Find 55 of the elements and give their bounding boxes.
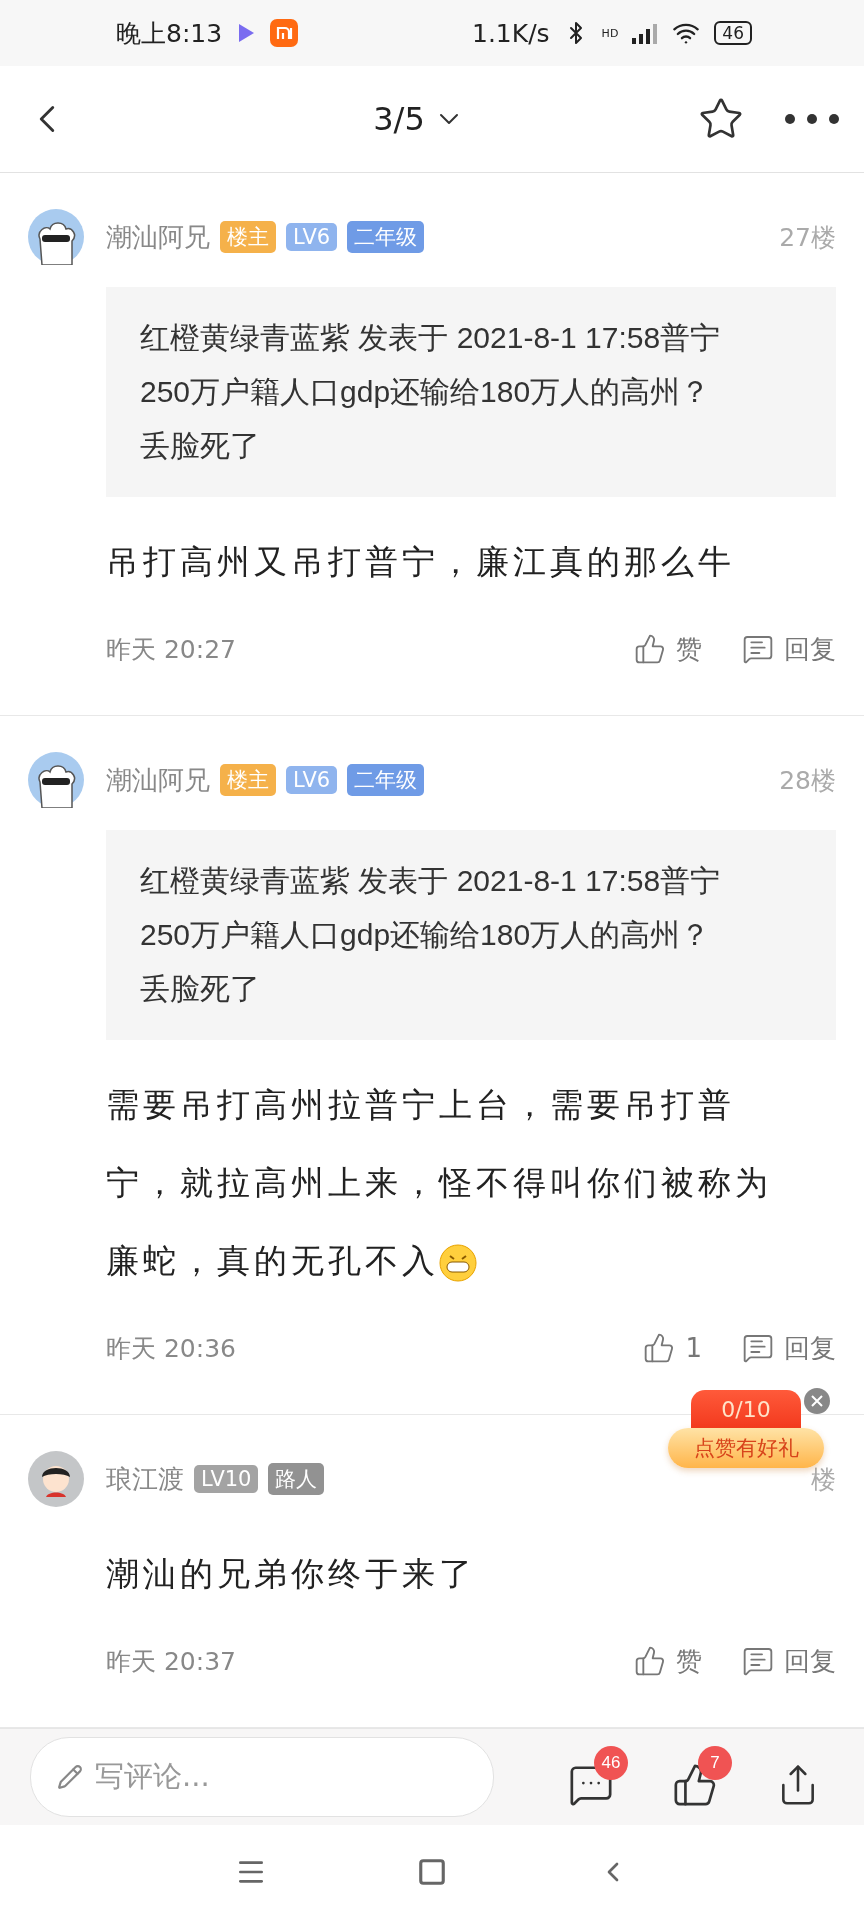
like-total-button[interactable]: 7 bbox=[672, 1746, 732, 1808]
floor-number: 27楼 bbox=[779, 221, 836, 254]
reward-button[interactable]: 点赞有好礼 bbox=[668, 1428, 824, 1468]
network-label: HD bbox=[601, 26, 619, 40]
battery-level: 46 bbox=[714, 21, 752, 45]
user-tag: 二年级 bbox=[347, 221, 425, 254]
author-name[interactable]: 潮汕阿兄 bbox=[106, 219, 210, 255]
comments-button[interactable]: 46 bbox=[568, 1746, 628, 1808]
comment-field[interactable]: 写评论... bbox=[30, 1737, 494, 1817]
like-button[interactable]: 1 bbox=[643, 1332, 702, 1365]
user-tag: 楼主 bbox=[220, 221, 276, 254]
user-tag: LV10 bbox=[194, 1465, 259, 1494]
author-name[interactable]: 琅江渡 bbox=[106, 1461, 184, 1497]
author-name[interactable]: 潮汕阿兄 bbox=[106, 762, 210, 798]
comment-text: 吊打高州又吊打普宁，廉江真的那么牛 bbox=[106, 541, 736, 584]
like-count: 7 bbox=[698, 1746, 732, 1780]
more-icon[interactable] bbox=[784, 113, 840, 126]
message-icon bbox=[742, 1645, 774, 1678]
user-tag: 路人 bbox=[268, 1463, 325, 1496]
comment-text: 需要吊打高州拉普宁上台，需要吊打普宁，就拉高州上来，怪不得叫你们被称为廉蛇，真的无孔不入 bbox=[106, 1084, 773, 1284]
network-speed: 1.1K/s bbox=[472, 18, 550, 48]
comment-time: 昨天 20:36 bbox=[106, 1332, 236, 1365]
reward-counter[interactable]: 0/10 bbox=[691, 1390, 801, 1428]
reply-button[interactable]: 回复 bbox=[742, 1643, 836, 1679]
signal-icon bbox=[632, 22, 659, 44]
app-icon bbox=[270, 19, 299, 47]
pencil-icon bbox=[57, 1764, 83, 1790]
user-tag: LV6 bbox=[286, 766, 338, 795]
message-icon bbox=[742, 1332, 774, 1365]
user-tag: 楼主 bbox=[220, 764, 276, 797]
close-icon[interactable] bbox=[804, 1388, 830, 1414]
avatar-icon bbox=[28, 752, 84, 809]
avatar-icon bbox=[28, 1451, 84, 1508]
user-tag: 二年级 bbox=[347, 764, 425, 797]
quoted-post: 红橙黄绿青蓝紫 发表于 2021-8-1 17:58普宁250万户籍人口gdp还输给180万人的高州？丢脸死了 bbox=[106, 830, 836, 1041]
page-indicator[interactable]: 3/5 bbox=[373, 100, 425, 139]
thumbs-up-icon bbox=[634, 633, 666, 666]
reply-button[interactable]: 回复 bbox=[742, 1330, 836, 1366]
grin-emoji-icon bbox=[439, 1243, 477, 1282]
user-tag: LV6 bbox=[286, 223, 338, 252]
reply-button[interactable]: 回复 bbox=[742, 631, 836, 667]
floor-number: 28楼 bbox=[779, 764, 836, 797]
comment-time: 昨天 20:27 bbox=[106, 633, 236, 666]
thumbs-up-icon bbox=[634, 1645, 666, 1678]
comment-count: 46 bbox=[594, 1746, 628, 1780]
quoted-post: 红橙黄绿青蓝紫 发表于 2021-8-1 17:58普宁250万户籍人口gdp还输给180万人的高州？丢脸死了 bbox=[106, 287, 836, 498]
avatar-icon bbox=[28, 209, 84, 266]
message-icon bbox=[742, 633, 774, 666]
comment-time: 昨天 20:37 bbox=[106, 1645, 236, 1678]
like-button[interactable]: 赞 bbox=[634, 631, 702, 667]
status-time: 晚上8:13 bbox=[116, 17, 223, 50]
comment-text: 潮汕的兄弟你终于来了 bbox=[106, 1553, 477, 1596]
thumbs-up-icon bbox=[643, 1332, 676, 1365]
like-button[interactable]: 赞 bbox=[634, 1643, 702, 1679]
home-icon[interactable] bbox=[417, 1857, 447, 1888]
